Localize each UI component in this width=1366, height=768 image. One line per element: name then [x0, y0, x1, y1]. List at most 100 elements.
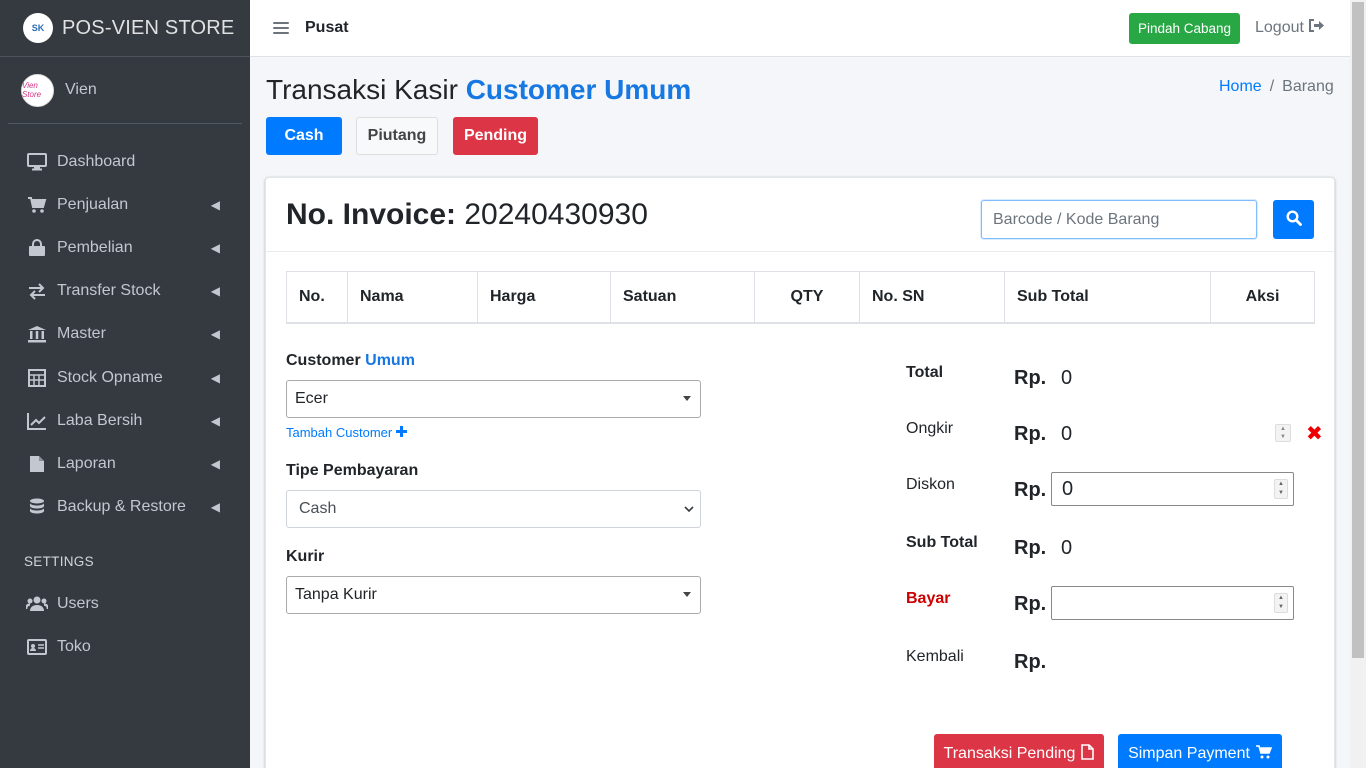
page-scrollbar[interactable]	[1350, 0, 1366, 768]
column-header-aksi: Aksi	[1210, 271, 1315, 324]
cart-icon	[1255, 744, 1273, 764]
sidebar-item-stock-opname[interactable]: Stock Opname ◀	[8, 356, 242, 399]
sidebar-item-label: Backup & Restore	[57, 498, 186, 516]
chevron-left-icon: ◀	[210, 413, 220, 428]
sidebar-item-penjualan[interactable]: Penjualan ◀	[8, 183, 242, 226]
sidebar-item-toko[interactable]: Toko	[8, 626, 242, 669]
breadcrumb-home[interactable]: Home	[1219, 78, 1262, 96]
total-label: Total	[906, 364, 944, 381]
barcode-search-input[interactable]	[981, 200, 1257, 239]
add-customer-link[interactable]: Tambah Customer	[286, 425, 408, 440]
add-customer-label: Tambah Customer	[286, 425, 393, 440]
chevron-left-icon: ◀	[210, 370, 220, 385]
breadcrumb-current: Barang	[1282, 78, 1334, 95]
sidebar-item-label: Stock Opname	[57, 368, 163, 386]
chevron-left-icon: ◀	[210, 284, 220, 299]
items-table: No. Nama Harga Satuan QTY No. SN Sub Tot…	[286, 271, 1315, 324]
column-header-nama: Nama	[347, 271, 478, 324]
hamburger-menu-icon[interactable]	[273, 22, 289, 34]
column-header-satuan: Satuan	[610, 271, 755, 324]
ongkir-spinner[interactable]: ▲ ▼	[1275, 424, 1291, 442]
topbar: Pusat Pindah Cabang Logout	[250, 0, 1350, 57]
card-header: No. Invoice: 20240430930	[266, 178, 1334, 252]
sidebar-item-dashboard[interactable]: Dashboard	[8, 140, 242, 183]
sidebar-item-label: Laporan	[57, 454, 116, 472]
sidebar-item-transfer-stock[interactable]: Transfer Stock ◀	[8, 270, 242, 313]
courier-select[interactable]: Tanpa Kurir	[286, 576, 701, 614]
customer-select[interactable]: Ecer	[286, 380, 701, 418]
logout-label: Logout	[1255, 19, 1304, 36]
chart-line-icon	[26, 412, 48, 430]
total-currency: Rp.	[1014, 367, 1047, 389]
breadcrumb: Home / Barang	[1219, 78, 1334, 96]
remove-ongkir-icon[interactable]: ✖	[1306, 421, 1323, 446]
tab-piutang[interactable]: Piutang	[356, 117, 438, 155]
user-panel[interactable]: Vien Store Vien	[8, 57, 242, 124]
customer-label: Customer Umum	[286, 352, 415, 370]
settings-menu: Users Toko	[0, 583, 250, 669]
subtotal-label: Sub Total	[906, 534, 978, 551]
subtotal-value: 0	[1061, 537, 1073, 559]
spin-up-icon: ▲	[1280, 426, 1286, 432]
sidebar-item-label: Master	[57, 325, 106, 343]
diskon-spinner[interactable]: ▲ ▼	[1274, 479, 1288, 499]
caret-down-icon	[683, 396, 691, 401]
sidebar-item-backup-restore[interactable]: Backup & Restore ◀	[8, 486, 242, 529]
payment-type-select[interactable]: Cash	[286, 490, 701, 528]
column-header-no: No.	[286, 271, 348, 324]
id-card-icon	[26, 639, 48, 656]
tab-pending[interactable]: Pending	[453, 117, 538, 155]
page-title-customer: Customer Umum	[465, 74, 692, 105]
page-title-prefix: Transaksi Kasir	[266, 74, 458, 105]
chevron-left-icon: ◀	[210, 327, 220, 342]
diskon-input[interactable]: 0 ▲ ▼	[1051, 472, 1294, 506]
transaksi-pending-button[interactable]: Transaksi Pending	[934, 734, 1104, 768]
simpan-payment-button[interactable]: Simpan Payment	[1118, 734, 1282, 768]
breadcrumb-separator: /	[1269, 78, 1275, 95]
user-name: Vien	[65, 81, 97, 98]
spin-up-icon: ▲	[1278, 595, 1284, 601]
sidebar-item-label: Laba Bersih	[57, 411, 143, 429]
sidebar-item-master[interactable]: Master ◀	[8, 313, 242, 356]
database-icon	[26, 498, 48, 516]
sidebar-item-users[interactable]: Users	[8, 583, 242, 626]
scrollbar-thumb[interactable]	[1352, 2, 1364, 658]
courier-label: Kurir	[286, 548, 325, 565]
users-icon	[26, 595, 48, 613]
logout-link[interactable]: Logout	[1255, 19, 1324, 37]
file-icon	[1081, 743, 1095, 765]
brand-name: POS-VIEN STORE	[62, 16, 235, 39]
ongkir-value[interactable]: 0	[1061, 423, 1072, 446]
column-header-qty: QTY	[754, 271, 860, 324]
transaction-card: No. Invoice: 20240430930 No. Nama Harga …	[265, 177, 1335, 768]
chevron-left-icon: ◀	[210, 240, 220, 255]
bayar-spinner[interactable]: ▲ ▼	[1274, 593, 1288, 613]
bayar-currency: Rp.	[1014, 593, 1047, 615]
invoice-value: 20240430930	[464, 198, 648, 231]
sidebar: SK POS-VIEN STORE Vien Store Vien Dashbo…	[0, 0, 250, 768]
calculator-icon	[26, 368, 48, 387]
kembali-label: Kembali	[906, 648, 964, 665]
sidebar-item-laporan[interactable]: Laporan ◀	[8, 442, 242, 485]
sidebar-item-label: Toko	[57, 638, 91, 656]
tab-cash[interactable]: Cash	[266, 117, 342, 155]
column-header-sub-total: Sub Total	[1004, 271, 1211, 324]
sidebar-item-pembelian[interactable]: Pembelian ◀	[8, 226, 242, 269]
brand-link[interactable]: SK POS-VIEN STORE	[0, 0, 250, 57]
simpan-payment-label: Simpan Payment	[1128, 745, 1250, 762]
ongkir-currency: Rp.	[1014, 423, 1047, 445]
payment-type-value: Cash	[299, 500, 337, 517]
settings-header: SETTINGS	[24, 553, 94, 569]
column-header-no-sn: No. SN	[859, 271, 1005, 324]
transaksi-pending-label: Transaksi Pending	[943, 745, 1076, 762]
plus-icon	[396, 425, 408, 440]
sidebar-item-label: Penjualan	[57, 195, 129, 213]
customer-select-value: Ecer	[295, 390, 328, 407]
spin-up-icon: ▲	[1278, 481, 1284, 487]
sidebar-item-laba-bersih[interactable]: Laba Bersih ◀	[8, 399, 242, 442]
bayar-input[interactable]: ▲ ▼	[1051, 586, 1294, 620]
sign-out-icon	[1308, 19, 1324, 37]
sidebar-item-label: Dashboard	[57, 152, 136, 170]
search-button[interactable]	[1273, 200, 1314, 239]
pindah-cabang-button[interactable]: Pindah Cabang	[1129, 13, 1240, 44]
